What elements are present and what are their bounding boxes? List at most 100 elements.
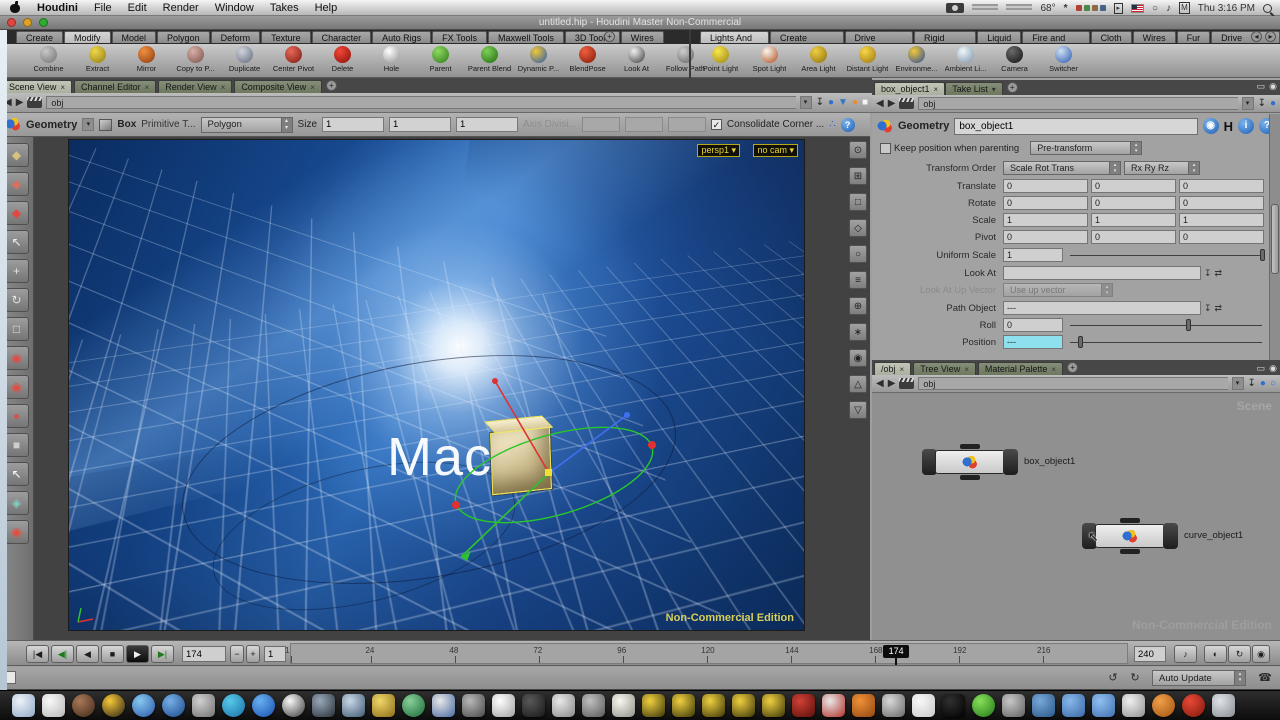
menubar-clock[interactable]: Thu 3:16 PM (1198, 3, 1255, 14)
translate-y-input[interactable] (1091, 179, 1176, 193)
dock-app-icon[interactable] (522, 694, 545, 717)
add-shelf-tab-button[interactable]: + (604, 31, 615, 42)
next-keyframe-button[interactable]: ▶| (151, 645, 174, 663)
link-sphere-icon[interactable]: ● (828, 97, 834, 108)
dropdown-stepper-icon[interactable]: ▴▾ (1109, 162, 1120, 174)
node-output-connector[interactable] (1120, 549, 1140, 554)
dock-app-icon[interactable] (1032, 694, 1055, 717)
viewport-tool-icon[interactable]: ◉ (5, 375, 29, 399)
search-icon[interactable]: ○ (1270, 378, 1276, 389)
network-context-icon[interactable] (899, 98, 914, 109)
dock-app-icon[interactable] (642, 694, 665, 717)
display-option-icon[interactable]: ⊙ (849, 141, 867, 159)
shelf-scroll-left-button[interactable]: ◂ (1251, 31, 1262, 42)
shelf-tab[interactable]: Deform (211, 31, 261, 43)
dock-app-icon[interactable] (1002, 694, 1025, 717)
shelf-tool-button[interactable]: Parent (416, 46, 465, 73)
audio-options-button[interactable]: ♪ (1174, 645, 1197, 663)
rotate-z-input[interactable] (1179, 196, 1264, 210)
pin-pane-icon[interactable]: ↧ (1258, 98, 1266, 109)
dock-app-icon[interactable] (882, 694, 905, 717)
shelf-tab[interactable]: Polygon (157, 31, 210, 43)
add-pane-tab-button[interactable]: + (1007, 82, 1018, 93)
shelf-tool-button[interactable]: BlendPose (563, 46, 612, 73)
menubar-menu[interactable]: Window (215, 2, 254, 14)
dock-app-icon[interactable] (1152, 694, 1175, 717)
size-y-input[interactable] (389, 117, 451, 132)
dock-app-icon[interactable] (1092, 694, 1115, 717)
dock-app-icon[interactable] (342, 694, 365, 717)
shelf-tool-button[interactable]: Delete (318, 46, 367, 73)
dock-app-icon[interactable] (462, 694, 485, 717)
dock-app-icon[interactable] (132, 694, 155, 717)
shelf-tool-button[interactable]: Parent Blend (465, 46, 514, 73)
shelf-tool-button[interactable]: Ambient Li... (941, 46, 990, 73)
dock-app-icon[interactable] (942, 694, 965, 717)
viewport-tool-icon[interactable]: ↻ (5, 288, 29, 312)
shelf-tab[interactable]: Model (112, 31, 157, 43)
shelf-tab[interactable]: Wires (621, 31, 664, 43)
pin-pane-icon[interactable]: ↧ (1248, 378, 1256, 389)
dock-app-icon[interactable] (972, 694, 995, 717)
dock-app-icon[interactable] (822, 694, 845, 717)
translate-x-input[interactable] (1003, 179, 1088, 193)
viewport-tool-icon[interactable]: □ (5, 317, 29, 341)
shelf-tool-button[interactable]: Switcher (1039, 46, 1088, 73)
frame-increment-button[interactable]: + (246, 645, 260, 663)
window-titlebar[interactable]: untitled.hip - Houdini Master Non-Commer… (0, 16, 1280, 30)
dock-app-icon[interactable] (192, 694, 215, 717)
shelf-tool-button[interactable]: Camera (990, 46, 1039, 73)
rotate-y-input[interactable] (1091, 196, 1176, 210)
menubar-menu[interactable]: Render (163, 2, 199, 14)
undo-icon[interactable]: ↺ (1104, 670, 1122, 686)
network-node[interactable]: box_object1 (922, 449, 1018, 475)
node-input-connector[interactable] (1120, 518, 1140, 523)
shelf-tab[interactable]: FX Tools (432, 31, 487, 43)
shelf-tool-button[interactable]: Dynamic P... (514, 46, 563, 73)
pane-tab[interactable]: Composite View × (234, 80, 322, 93)
position-input[interactable] (1003, 335, 1063, 349)
viewport-tool-icon[interactable]: ◉ (5, 520, 29, 544)
dock-app-icon[interactable] (1062, 694, 1085, 717)
render-light-icon[interactable]: ● (852, 97, 858, 108)
shelf-tool-button[interactable]: Distant Light (843, 46, 892, 73)
state-info-icon[interactable]: ∴ (829, 119, 835, 130)
menubar-menu[interactable]: File (94, 2, 112, 14)
dock-app-icon[interactable] (372, 694, 395, 717)
pane-tab[interactable]: Render View × (158, 80, 232, 93)
display-option-icon[interactable]: ◉ (849, 349, 867, 367)
add-pane-tab-button[interactable]: + (326, 80, 337, 91)
node-body[interactable] (935, 450, 1005, 474)
close-tab-icon[interactable]: × (964, 365, 969, 374)
dock-app-icon[interactable] (702, 694, 725, 717)
apple-menu-icon[interactable] (10, 2, 21, 13)
node-chooser-icon[interactable]: ↧ (1204, 268, 1212, 279)
volume-icon[interactable]: ♪ (1166, 3, 1171, 14)
shelf-tab[interactable]: Auto Rigs (372, 31, 431, 43)
link-sphere-icon[interactable]: ● (1260, 378, 1266, 389)
uniform-scale-slider[interactable] (1066, 248, 1266, 262)
dock-app-icon[interactable] (312, 694, 335, 717)
dock-app-icon[interactable] (582, 694, 605, 717)
viewport-tool-icon[interactable]: ↖ (5, 462, 29, 486)
dropdown-stepper-icon[interactable]: ▴▾ (281, 118, 292, 132)
dock-app-icon[interactable] (1212, 694, 1235, 717)
shelf-tab[interactable]: Modify (64, 31, 111, 43)
path-dropdown-icon[interactable]: ▾ (800, 96, 812, 109)
size-z-input[interactable] (456, 117, 518, 132)
dropdown-stepper-icon[interactable]: ▴▾ (1234, 671, 1245, 685)
dock-app-icon[interactable] (72, 694, 95, 717)
op-help-icon[interactable]: ? (841, 118, 855, 132)
pane-menu-icon[interactable]: ◉ (1269, 81, 1277, 92)
rotate-order-dropdown[interactable]: Rx Ry Rz ▴▾ (1124, 161, 1200, 175)
scale-x-input[interactable] (1003, 213, 1088, 227)
menubar-menu[interactable]: Help (315, 2, 338, 14)
shelf-tool-button[interactable]: Area Light (794, 46, 843, 73)
pane-menu-icon[interactable]: ◉ (1269, 363, 1277, 374)
dock-app-icon[interactable] (852, 694, 875, 717)
update-mode-dropdown[interactable]: Auto Update ▴▾ (1152, 670, 1246, 686)
viewport-tool-icon[interactable]: ◆ (5, 172, 29, 196)
display-option-icon[interactable]: ≡ (849, 271, 867, 289)
viewport-tool-icon[interactable]: ■ (5, 433, 29, 457)
shelf-tool-button[interactable]: Environme... (892, 46, 941, 73)
